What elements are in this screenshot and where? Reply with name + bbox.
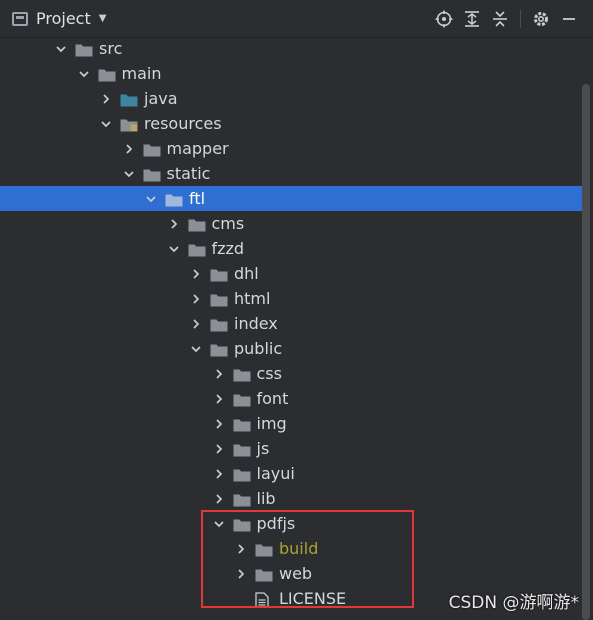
source-folder-icon [120, 92, 138, 106]
folder-icon [75, 42, 93, 56]
chevron-down-icon[interactable] [98, 116, 114, 132]
project-view-selector[interactable]: Project ▼ [0, 9, 106, 28]
tree-row-label: static [166, 164, 211, 183]
tree-row-label: html [234, 289, 271, 308]
tree-row-label: java [144, 89, 178, 108]
chevron-right-icon[interactable] [211, 441, 227, 457]
chevron-down-icon[interactable] [166, 241, 182, 257]
tree-row-label: fzzd [211, 239, 245, 258]
dropdown-caret-icon[interactable]: ▼ [99, 13, 107, 24]
gear-icon [534, 11, 548, 26]
folder-icon [233, 492, 251, 506]
folder-icon [210, 267, 228, 281]
tree-row-label: js [256, 439, 270, 458]
chevron-right-icon[interactable] [211, 366, 227, 382]
tree-row-label: mapper [166, 139, 229, 158]
tree-row-label: index [234, 314, 278, 333]
resource-folder-icon [120, 117, 138, 131]
tree-row-label: public [234, 339, 283, 358]
folder-icon [233, 367, 251, 381]
folder-icon [210, 292, 228, 306]
chevron-down-icon[interactable] [76, 66, 92, 82]
tree-row-font[interactable]: font [0, 386, 588, 411]
tree-row-resources[interactable]: resources [0, 111, 588, 136]
tree-row-label: layui [256, 464, 295, 483]
project-title: Project [36, 9, 91, 28]
tree-row-js[interactable]: js [0, 436, 588, 461]
window-icon [12, 11, 28, 26]
tree-row-label: font [256, 389, 289, 408]
tree-row-cms[interactable]: cms [0, 211, 588, 236]
minimize-button[interactable] [555, 5, 583, 33]
chevron-right-icon[interactable] [166, 216, 182, 232]
tree-row-dhl[interactable]: dhl [0, 261, 588, 286]
tree-row-main[interactable]: main [0, 61, 588, 86]
chevron-right-icon[interactable] [211, 391, 227, 407]
locate-icon [435, 10, 453, 27]
locate-button[interactable] [430, 5, 458, 33]
tree-row-label: dhl [234, 264, 259, 283]
tree-row-java[interactable]: java [0, 86, 588, 111]
expand-all-icon [465, 10, 479, 27]
folder-icon [165, 192, 183, 206]
vertical-scrollbar[interactable] [582, 84, 590, 620]
annotation-highlight-box [201, 510, 414, 608]
tree-row-lib[interactable]: lib [0, 486, 588, 511]
tree-row-index[interactable]: index [0, 311, 588, 336]
folder-icon [210, 317, 228, 331]
folder-icon [98, 67, 116, 81]
folder-icon [233, 467, 251, 481]
folder-icon [233, 392, 251, 406]
chevron-right-icon[interactable] [211, 466, 227, 482]
folder-icon [188, 217, 206, 231]
chevron-right-icon[interactable] [211, 416, 227, 432]
chevron-right-icon[interactable] [188, 266, 204, 282]
chevron-right-icon[interactable] [188, 316, 204, 332]
folder-icon [143, 142, 161, 156]
watermark: CSDN @游啊游* [448, 593, 579, 613]
collapse-all-button[interactable] [486, 5, 514, 33]
tree-row-img[interactable]: img [0, 411, 588, 436]
collapse-all-icon [493, 10, 507, 27]
chevron-down-icon[interactable] [188, 341, 204, 357]
chevron-down-icon[interactable] [121, 166, 137, 182]
toolbar-separator [520, 9, 521, 28]
project-toolbar: Project ▼ [0, 0, 593, 38]
tree-row-label: lib [256, 489, 276, 508]
settings-button[interactable] [527, 5, 555, 33]
tree-row-static[interactable]: static [0, 161, 588, 186]
chevron-right-icon[interactable] [121, 141, 137, 157]
folder-icon [210, 342, 228, 356]
tree-row-fzzd[interactable]: fzzd [0, 236, 588, 261]
chevron-right-icon[interactable] [211, 491, 227, 507]
tree-row-label: resources [144, 114, 222, 133]
folder-icon [233, 442, 251, 456]
tree-row-label: ftl [189, 189, 206, 208]
folder-icon [233, 417, 251, 431]
folder-icon [143, 167, 161, 181]
tree-row-label: cms [211, 214, 245, 233]
tree-row-label: css [256, 364, 282, 383]
tree-row-label: main [121, 64, 162, 83]
tree-row-src[interactable]: src [0, 36, 588, 61]
tree-row-ftl[interactable]: ftl [0, 186, 588, 211]
chevron-down-icon[interactable] [143, 191, 159, 207]
tree-row-label: img [256, 414, 287, 433]
tree-row-html[interactable]: html [0, 286, 588, 311]
minimize-icon [563, 17, 575, 20]
tree-row-layui[interactable]: layui [0, 461, 588, 486]
tree-row-public[interactable]: public [0, 336, 588, 361]
expand-all-button[interactable] [458, 5, 486, 33]
chevron-right-icon[interactable] [98, 91, 114, 107]
tree-row-label: src [99, 39, 123, 58]
tree-row-mapper[interactable]: mapper [0, 136, 588, 161]
chevron-down-icon[interactable] [53, 41, 69, 57]
chevron-right-icon[interactable] [188, 291, 204, 307]
tree-row-css[interactable]: css [0, 361, 588, 386]
folder-icon [188, 242, 206, 256]
